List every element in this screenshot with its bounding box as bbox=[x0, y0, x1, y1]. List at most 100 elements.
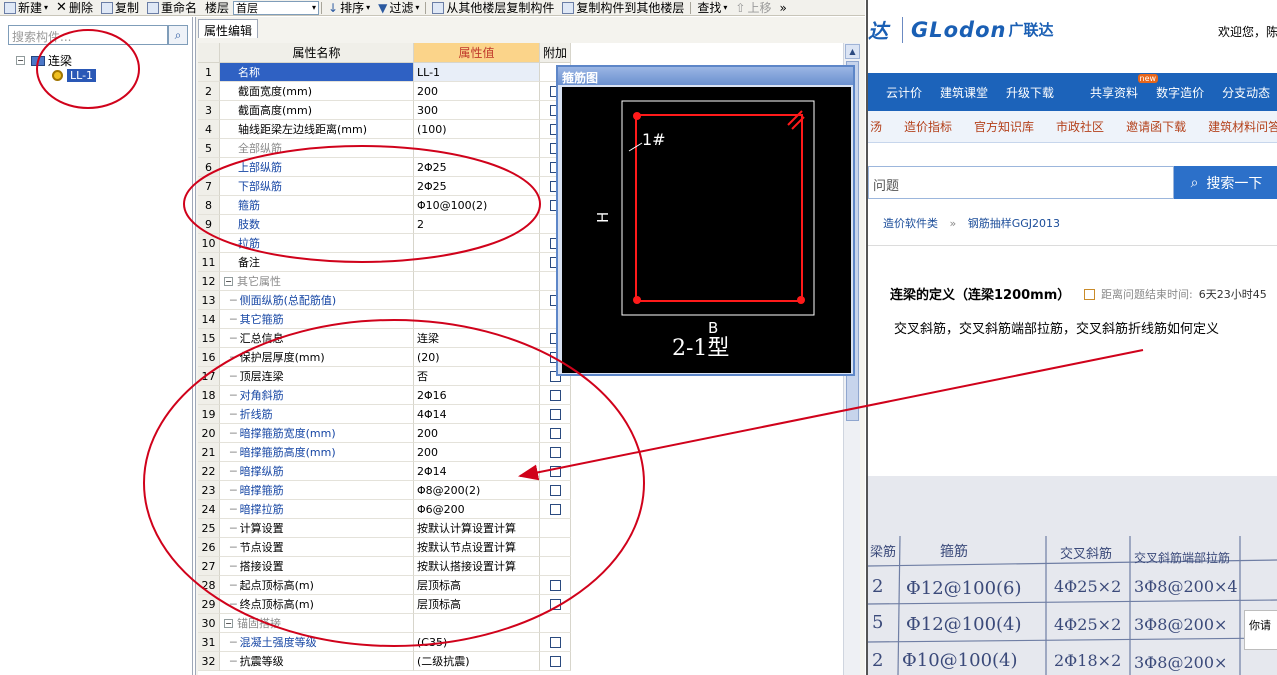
table-row[interactable]: 23 ─ 暗撑箍筋 Φ8@200(2) bbox=[198, 481, 571, 500]
rename-button[interactable]: 重命名 bbox=[143, 0, 201, 15]
property-value[interactable]: (二级抗震) bbox=[414, 652, 540, 671]
property-name[interactable]: ─ 顶层连梁 bbox=[220, 367, 414, 386]
table-row[interactable]: 3 截面高度(mm) 300 bbox=[198, 101, 571, 120]
table-row[interactable]: 18 ─ 对角斜筋 2Φ16 bbox=[198, 386, 571, 405]
delete-button[interactable]: ✕ 删除 bbox=[52, 0, 97, 15]
nav2-item-municipal-community[interactable]: 市政社区 bbox=[1056, 118, 1104, 135]
property-name[interactable]: 下部纵筋 bbox=[220, 177, 414, 196]
property-name[interactable]: 截面高度(mm) bbox=[220, 101, 414, 120]
property-value[interactable] bbox=[414, 253, 540, 272]
property-value[interactable]: 2Φ25 bbox=[414, 158, 540, 177]
sort-button[interactable]: ↓ 排序 ▾ bbox=[324, 0, 374, 16]
table-row[interactable]: 21 ─ 暗撑箍筋高度(mm) 200 bbox=[198, 443, 571, 462]
attach-checkbox[interactable] bbox=[549, 579, 561, 591]
property-name[interactable]: 截面宽度(mm) bbox=[220, 82, 414, 101]
copy-from-floor-button[interactable]: 从其他楼层复制构件 bbox=[428, 0, 558, 15]
table-row[interactable]: 12− 其它属性 bbox=[198, 272, 571, 291]
property-value[interactable]: Φ6@200 bbox=[414, 500, 540, 519]
attach-checkbox[interactable] bbox=[549, 446, 561, 458]
property-value[interactable]: 2Φ25 bbox=[414, 177, 540, 196]
property-value[interactable]: 否 bbox=[414, 367, 540, 386]
property-name[interactable]: 备注 bbox=[220, 253, 414, 272]
scroll-up-icon[interactable]: ▲ bbox=[845, 44, 860, 59]
tab-property-editor[interactable]: 属性编辑 bbox=[198, 19, 258, 38]
property-value[interactable]: 300 bbox=[414, 101, 540, 120]
stirrup-diagram-window[interactable]: 箍筋图 1# H B 2-1型 bbox=[556, 65, 855, 376]
table-row[interactable]: 11 备注 bbox=[198, 253, 571, 272]
collapse-toggle[interactable]: − bbox=[224, 618, 233, 628]
table-row[interactable]: 10 拉筋 bbox=[198, 234, 571, 253]
floor-select[interactable]: 首层 ▾ bbox=[233, 0, 319, 15]
column-header-name[interactable]: 属性名称 bbox=[220, 43, 414, 63]
breadcrumb-item[interactable]: 钢筋抽样GGJ2013 bbox=[968, 217, 1060, 230]
copy-button[interactable]: 复制 bbox=[97, 0, 143, 15]
property-value[interactable]: 连梁 bbox=[414, 329, 540, 348]
property-value[interactable]: (C35) bbox=[414, 633, 540, 652]
nav-item-branch-news[interactable]: 分支动态 bbox=[1222, 84, 1270, 101]
table-row[interactable]: 17 ─ 顶层连梁否 bbox=[198, 367, 571, 386]
property-name[interactable]: ─ 暗撑箍筋高度(mm) bbox=[220, 443, 414, 462]
table-row[interactable]: 9 肢数 2 bbox=[198, 215, 571, 234]
property-name[interactable]: ─ 暗撑箍筋 bbox=[220, 481, 414, 500]
table-row[interactable]: 28 ─ 起点顶标高(m) 层顶标高 bbox=[198, 576, 571, 595]
property-name[interactable]: ─ 汇总信息 bbox=[220, 329, 414, 348]
attach-checkbox[interactable] bbox=[549, 389, 561, 401]
property-name[interactable]: 名称 bbox=[220, 63, 414, 82]
table-row[interactable]: 5 全部纵筋 bbox=[198, 139, 571, 158]
property-name[interactable]: − 其它属性 bbox=[220, 272, 414, 291]
property-value[interactable] bbox=[414, 234, 540, 253]
brand-logo[interactable]: 达 GLodon 广联达 bbox=[868, 15, 1053, 44]
table-row[interactable]: 13 ─ 侧面纵筋(总配筋值) bbox=[198, 291, 571, 310]
table-row[interactable]: 16 ─ 保护层厚度(mm) (20) bbox=[198, 348, 571, 367]
property-name[interactable]: ─ 保护层厚度(mm) bbox=[220, 348, 414, 367]
attach-checkbox[interactable] bbox=[549, 465, 561, 477]
table-row[interactable]: 30− 锚固搭接 bbox=[198, 614, 571, 633]
property-value[interactable] bbox=[414, 310, 540, 329]
table-row[interactable]: 20 ─ 暗撑箍筋宽度(mm) 200 bbox=[198, 424, 571, 443]
attach-checkbox[interactable] bbox=[549, 484, 561, 496]
find-button[interactable]: 查找 ▾ bbox=[693, 0, 731, 15]
question-search-input[interactable]: 问题 bbox=[868, 166, 1174, 199]
collapse-toggle[interactable]: − bbox=[16, 56, 25, 65]
table-row[interactable]: 24 ─ 暗撑拉筋 Φ6@200 bbox=[198, 500, 571, 519]
table-row[interactable]: 25 ─ 计算设置 按默认计算设置计算 bbox=[198, 519, 571, 538]
property-name[interactable]: ─ 抗震等级 bbox=[220, 652, 414, 671]
search-button[interactable]: ⌕ bbox=[168, 25, 188, 45]
property-value[interactable]: 200 bbox=[414, 443, 540, 462]
nav-item-shared-data[interactable]: 共享资料 new bbox=[1072, 73, 1159, 101]
nav-item-cloud-pricing[interactable]: 云计价 bbox=[886, 84, 922, 101]
table-row[interactable]: 32 ─ 抗震等级 (二级抗震) bbox=[198, 652, 571, 671]
property-name[interactable]: ─ 其它箍筋 bbox=[220, 310, 414, 329]
copy-to-floor-button[interactable]: 复制构件到其他楼层 bbox=[558, 0, 688, 15]
toolbar-overflow-button[interactable]: » bbox=[776, 0, 791, 15]
property-name[interactable]: 肢数 bbox=[220, 215, 414, 234]
new-button[interactable]: 新建 ▾ bbox=[0, 0, 52, 15]
move-up-button[interactable]: ⇧ 上移 bbox=[731, 0, 775, 16]
property-value[interactable]: 按默认节点设置计算 bbox=[414, 538, 540, 557]
property-name[interactable]: 全部纵筋 bbox=[220, 139, 414, 158]
property-value[interactable]: 200 bbox=[414, 424, 540, 443]
attach-checkbox[interactable] bbox=[549, 636, 561, 648]
property-value[interactable]: Φ8@200(2) bbox=[414, 481, 540, 500]
nav-item-building-class[interactable]: 建筑课堂 bbox=[940, 84, 988, 101]
property-name[interactable]: ─ 混凝土强度等级 bbox=[220, 633, 414, 652]
attach-checkbox[interactable] bbox=[549, 408, 561, 420]
property-name[interactable]: ─ 对角斜筋 bbox=[220, 386, 414, 405]
property-name[interactable]: ─ 节点设置 bbox=[220, 538, 414, 557]
table-row[interactable]: 2 截面宽度(mm) 200 bbox=[198, 82, 571, 101]
table-row[interactable]: 15 ─ 汇总信息 连梁 bbox=[198, 329, 571, 348]
property-name[interactable]: ─ 侧面纵筋(总配筋值) bbox=[220, 291, 414, 310]
tree-node-coupling-beam[interactable]: − 连梁 bbox=[16, 52, 72, 69]
property-name[interactable]: 箍筋 bbox=[220, 196, 414, 215]
property-name[interactable]: 拉筋 bbox=[220, 234, 414, 253]
property-value[interactable]: 2Φ16 bbox=[414, 386, 540, 405]
property-name[interactable]: 上部纵筋 bbox=[220, 158, 414, 177]
table-row[interactable]: 14 ─ 其它箍筋 bbox=[198, 310, 571, 329]
nav2-item-invitation-download[interactable]: 邀请函下载 bbox=[1126, 118, 1186, 135]
property-value[interactable] bbox=[414, 272, 540, 291]
table-row[interactable]: 4 轴线距梁左边线距离(mm) (100) bbox=[198, 120, 571, 139]
property-name[interactable]: ─ 暗撑拉筋 bbox=[220, 500, 414, 519]
table-row[interactable]: 6 上部纵筋 2Φ25 bbox=[198, 158, 571, 177]
table-row[interactable]: 7 下部纵筋 2Φ25 bbox=[198, 177, 571, 196]
property-name[interactable]: ─ 起点顶标高(m) bbox=[220, 576, 414, 595]
